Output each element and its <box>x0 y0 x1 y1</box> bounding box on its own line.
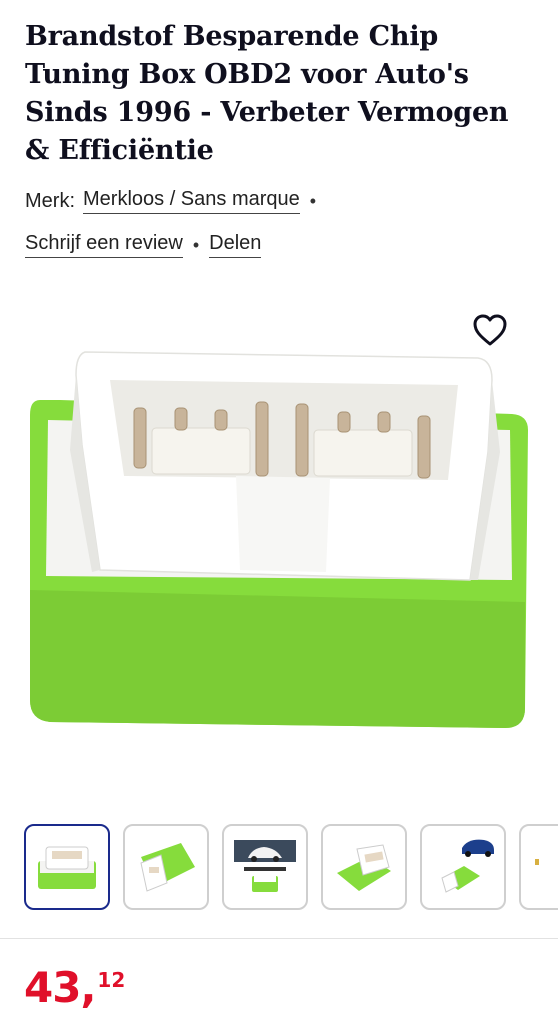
review-share-line: Schrijf een review • Delen <box>25 232 262 258</box>
heart-outline-icon <box>473 314 507 346</box>
thumbnail-strip <box>24 824 558 910</box>
car-blue-with-device-icon <box>441 839 494 893</box>
thumbnail-4[interactable] <box>321 824 407 910</box>
thumbnail-1[interactable] <box>24 824 110 910</box>
brand-line: Merk: Merkloos / Sans marque • <box>25 188 326 214</box>
price: 43 , 12 <box>24 964 125 1012</box>
price-comma: , <box>80 963 97 1012</box>
thumbnail-6[interactable] <box>519 824 558 910</box>
thumbnail-2[interactable] <box>123 824 209 910</box>
separator-dot: • <box>192 234 200 255</box>
wishlist-button[interactable] <box>470 310 510 350</box>
car-with-label-icon <box>234 840 296 892</box>
separator-dot: • <box>309 190 317 211</box>
write-review-link[interactable]: Schrijf een review <box>25 232 183 258</box>
brand-label: Merk: <box>25 189 75 212</box>
obd-device-angle-icon <box>337 844 391 891</box>
product-image-gallery[interactable] <box>0 280 558 800</box>
thumbnail-5[interactable] <box>420 824 506 910</box>
thumbnail-3[interactable] <box>222 824 308 910</box>
product-title: Brandstof Besparende Chip Tuning Box OBD… <box>25 21 509 166</box>
obd-device-side-icon <box>140 843 195 892</box>
partial-thumbnail-icon <box>535 859 539 865</box>
divider <box>0 938 558 939</box>
brand-link[interactable]: Merkloos / Sans marque <box>83 188 300 214</box>
obd-device-front-icon <box>38 846 96 889</box>
share-link[interactable]: Delen <box>209 232 262 258</box>
product-image <box>30 351 528 728</box>
price-integer: 43 <box>24 963 81 1012</box>
price-decimals: 12 <box>97 968 126 992</box>
